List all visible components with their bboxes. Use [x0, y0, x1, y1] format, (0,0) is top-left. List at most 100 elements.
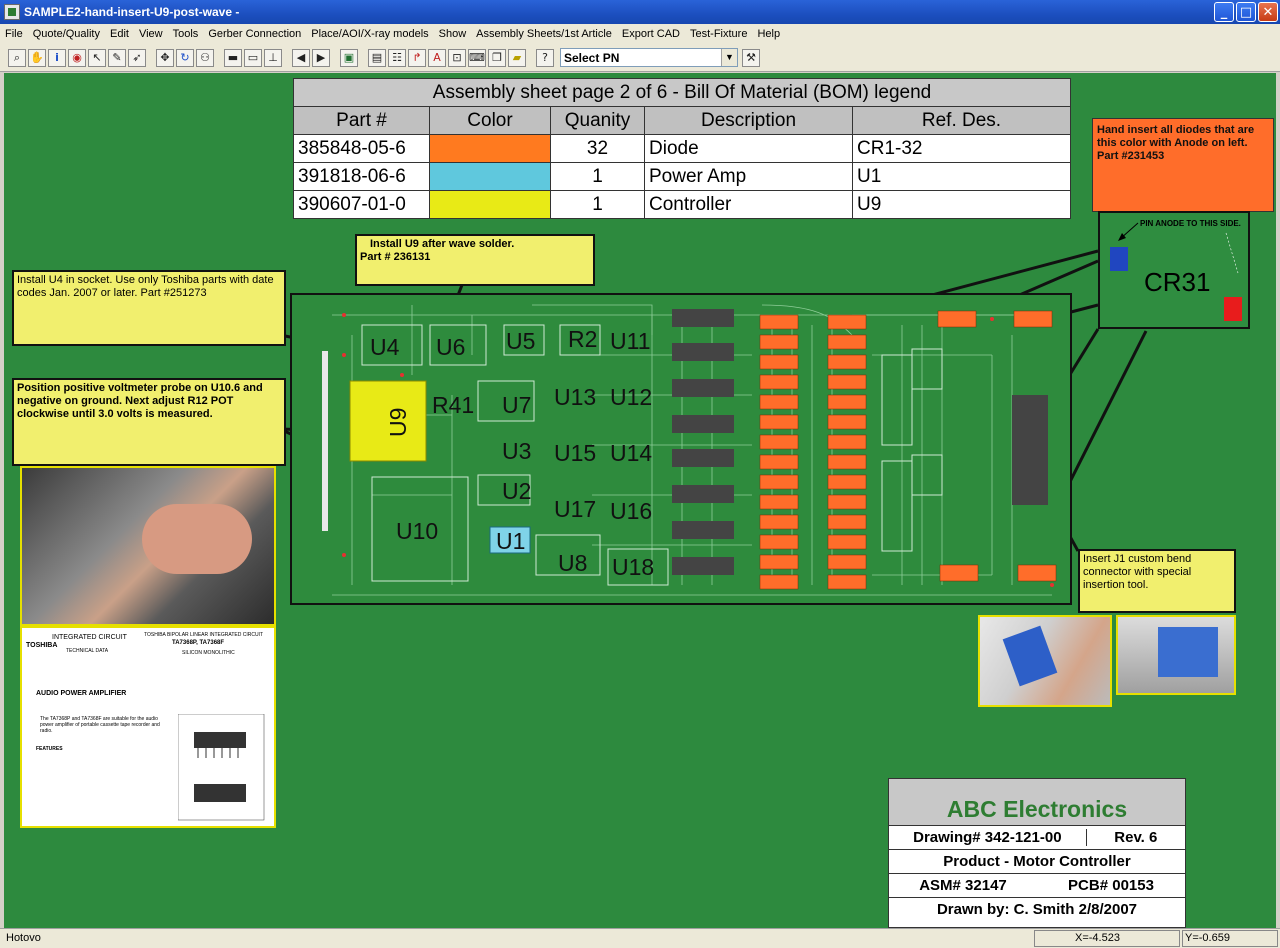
menu-bar: File Quote/Quality Edit View Tools Gerbe… — [0, 24, 1280, 44]
datasheet-header2: TECHNICAL DATA — [66, 648, 109, 654]
note-j1[interactable]: Insert J1 custom bend connector with spe… — [1078, 549, 1236, 613]
label-u12: U12 — [610, 384, 652, 410]
menu-view[interactable]: View — [134, 28, 168, 40]
menu-edit[interactable]: Edit — [105, 28, 134, 40]
title-block: ABC Electronics Drawing# 342-121-00 Rev.… — [888, 778, 1186, 928]
select-pn-value: Select PN — [564, 50, 620, 65]
cr31-anode-pad — [1110, 247, 1128, 271]
datasheet-thumbnail: TOSHIBA INTEGRATED CIRCUIT TECHNICAL DAT… — [20, 626, 276, 828]
label-u17: U17 — [554, 496, 596, 522]
status-text: Hotovo — [6, 932, 41, 944]
datasheet-body: The TA7368P and TA7368F are suitable for… — [40, 716, 160, 734]
label-u4: U4 — [370, 334, 400, 360]
note-u4[interactable]: Install U4 in socket. Use only Toshiba p… — [12, 270, 286, 346]
select-arrow-icon[interactable]: ↖ — [88, 48, 106, 67]
note-u10[interactable]: Position positive voltmeter probe on U10… — [12, 378, 286, 466]
menu-tools[interactable]: Tools — [168, 28, 204, 40]
note-u4-text: Install U4 in socket. Use only Toshiba p… — [17, 274, 274, 299]
rotate-icon[interactable]: ↻ — [176, 48, 194, 67]
pan-hand-icon[interactable]: ✋ — [28, 48, 46, 67]
menu-place-aoi-xray[interactable]: Place/AOI/X-ray models — [306, 28, 433, 40]
anode-icon[interactable]: A — [428, 48, 446, 67]
back-arrow-icon[interactable]: ◀ — [292, 48, 310, 67]
note-u9-part: Part # 236131 — [360, 251, 431, 263]
note-j1-text: Insert J1 custom bend connector with spe… — [1083, 553, 1192, 591]
note-u9[interactable]: Install U9 after wave solder. Part # 236… — [355, 234, 595, 286]
label-u7: U7 — [502, 392, 531, 418]
toolbar: ⌕ ✋ i ◉ ↖ ✎ ➶ ✥ ↻ ⚇ ▬ ▭ ⊥ ◀ ▶ ▣ ▤ ☷ ↱ A … — [0, 44, 1280, 72]
label-u16: U16 — [610, 498, 652, 524]
keyboard-icon[interactable]: ⌨ — [468, 48, 486, 67]
cursor-x: X=-4.523 — [1034, 930, 1180, 947]
app-icon — [4, 4, 20, 20]
pointer-icon[interactable]: ➶ — [128, 48, 146, 67]
title-bar: SAMPLE2-hand-insert-U9-post-wave - _ □ ✕ — [0, 0, 1280, 24]
forward-arrow-icon[interactable]: ▶ — [312, 48, 330, 67]
drawing-canvas[interactable]: Assembly sheet page 2 of 6 - Bill Of Mat… — [4, 73, 1276, 928]
export-icon[interactable]: ▣ — [340, 48, 358, 67]
note-diodes-text: Hand insert all diodes that are this col… — [1097, 124, 1255, 162]
menu-show[interactable]: Show — [434, 28, 472, 40]
polarity-icon[interactable]: ↱ — [408, 48, 426, 67]
menu-gerber-connection[interactable]: Gerber Connection — [203, 28, 306, 40]
label-u6: U6 — [436, 334, 465, 360]
info-icon[interactable]: i — [48, 48, 66, 67]
text-icon[interactable]: ▤ — [368, 48, 386, 67]
datasheet-title: AUDIO POWER AMPLIFIER — [36, 690, 127, 697]
close-button[interactable]: ✕ — [1258, 2, 1278, 22]
pages-icon[interactable]: ❐ — [488, 48, 506, 67]
layer-top-icon[interactable]: ▬ — [224, 48, 242, 67]
photo-j1-connector-detail — [1116, 615, 1236, 695]
menu-export-cad[interactable]: Export CAD — [617, 28, 685, 40]
cr31-cathode-pad — [1224, 297, 1242, 321]
datasheet-features: FEATURES — [36, 746, 63, 752]
status-bar: Hotovo X=-4.523 Y=-0.659 — [0, 928, 1280, 948]
photo-pcb-insertion — [20, 466, 276, 626]
hammer-icon[interactable]: ⚒ — [742, 48, 760, 67]
select-pn-dropdown[interactable]: Select PN ▼ — [560, 48, 738, 67]
zoom-icon[interactable]: ⌕ — [8, 48, 26, 67]
pcb-traces: U4 U6 U5 R2 U11 U9 R41 U7 U13 U12 U3 U15… — [322, 304, 1057, 596]
label-u5: U5 — [506, 328, 535, 354]
menu-help[interactable]: Help — [752, 28, 785, 40]
cursor-y: Y=-0.659 — [1182, 930, 1278, 947]
ic-package-icon — [178, 714, 265, 821]
target-icon[interactable]: ◉ — [68, 48, 86, 67]
note-u10-text: Position positive voltmeter probe on U10… — [17, 382, 263, 420]
label-u10: U10 — [396, 518, 438, 544]
datasheet-part: TA7368P, TA7368F — [172, 640, 225, 646]
minimize-button[interactable]: _ — [1214, 2, 1234, 22]
note-diodes[interactable]: Hand insert all diodes that are this col… — [1092, 118, 1274, 212]
photo-j1-connector-hand — [978, 615, 1112, 707]
product-name: Product - Motor Controller — [943, 853, 1131, 870]
label-u18: U18 — [612, 554, 654, 580]
measure-icon[interactable]: ⊥ — [264, 48, 282, 67]
label-u13: U13 — [554, 384, 596, 410]
move-icon[interactable]: ✥ — [156, 48, 174, 67]
pcb-number: PCB# 00153 — [1068, 877, 1154, 894]
chevron-down-icon[interactable]: ▼ — [721, 49, 737, 66]
datasheet-header3: TOSHIBA BIPOLAR LINEAR INTEGRATED CIRCUI… — [144, 632, 264, 638]
menu-test-fixture[interactable]: Test-Fixture — [685, 28, 752, 40]
help-pointer-icon[interactable]: ? — [536, 48, 554, 67]
asm-number: ASM# 32147 — [919, 877, 1007, 894]
component-icon[interactable]: ☷ — [388, 48, 406, 67]
layer-bottom-icon[interactable]: ▭ — [244, 48, 262, 67]
label-u9: U9 — [385, 408, 411, 437]
label-u8: U8 — [558, 550, 587, 576]
window-title: SAMPLE2-hand-insert-U9-post-wave - — [24, 5, 240, 19]
pcb-board[interactable]: U4 U6 U5 R2 U11 U9 R41 U7 U13 U12 U3 U15… — [290, 293, 1072, 605]
edit-icon[interactable]: ✎ — [108, 48, 126, 67]
label-r2: R2 — [568, 326, 597, 352]
drawing-number: Drawing# 342-121-00 — [889, 829, 1087, 846]
cr31-detail[interactable]: PIN ANODE TO THIS SIDE. CR31 — [1098, 211, 1250, 329]
cr31-label: CR31 — [1144, 267, 1211, 297]
datasheet-brand: TOSHIBA — [26, 642, 58, 649]
menu-file[interactable]: File — [0, 28, 28, 40]
note-icon[interactable]: ▰ — [508, 48, 526, 67]
maximize-button[interactable]: □ — [1236, 2, 1256, 22]
menu-assembly-sheets[interactable]: Assembly Sheets/1st Article — [471, 28, 617, 40]
menu-quote-quality[interactable]: Quote/Quality — [28, 28, 105, 40]
binoculars-icon[interactable]: ⚇ — [196, 48, 214, 67]
connector-icon[interactable]: ⊡ — [448, 48, 466, 67]
